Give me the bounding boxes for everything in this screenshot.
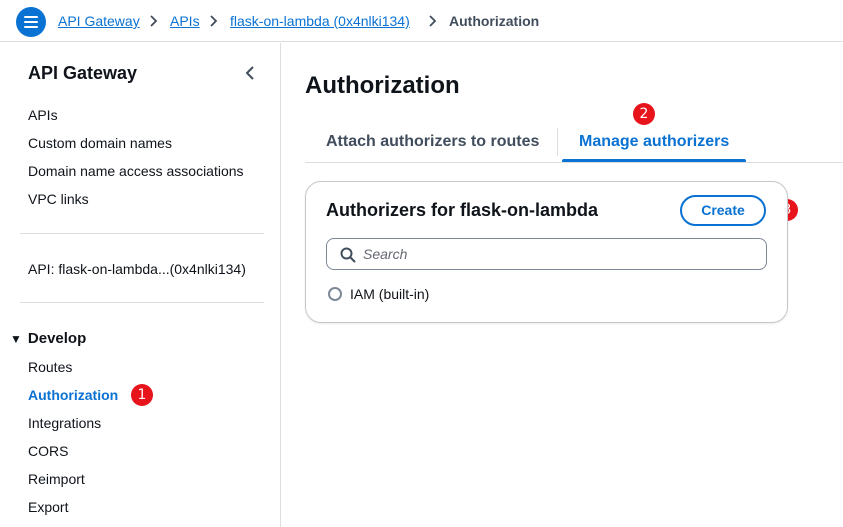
sidebar-item-integrations[interactable]: Integrations [28,415,101,431]
tab-divider [557,128,558,156]
chevron-right-icon [429,15,437,27]
chevron-right-icon [150,15,158,27]
sidebar-divider [20,233,264,234]
breadcrumb-api-name[interactable]: flask-on-lambda (0x4nlki134) [230,13,410,29]
search-icon [340,247,356,263]
authorizer-option-label: IAM (built-in) [350,286,430,302]
sidebar-item-custom-domain-names[interactable]: Custom domain names [28,135,172,151]
sidebar-title: API Gateway [28,63,138,83]
step-marker: 2 [633,103,655,125]
chevron-right-icon [210,15,218,27]
create-button[interactable]: Create [680,195,766,226]
sidebar-divider [20,302,264,303]
step-marker: 1 [131,384,153,406]
sidebar-api-selector[interactable]: API: flask-on-lambda...(0x4nlki134) [28,261,246,277]
sidebar-item-authorization[interactable]: Authorization [28,387,118,403]
breadcrumb-apis[interactable]: APIs [170,13,200,29]
menu-button[interactable] [16,7,46,37]
top-navigation-bar: API Gateway APIs flask-on-lambda (0x4nlk… [0,0,843,42]
sidebar-item-cors[interactable]: CORS [28,443,68,459]
breadcrumb-api-gateway[interactable]: API Gateway [58,13,140,29]
search-input[interactable] [363,244,753,264]
page-title: Authorization [305,72,460,99]
card-title: Authorizers for flask-on-lambda [326,200,599,220]
sidebar: API Gateway APIs Custom domain names Dom… [0,43,281,527]
sidebar-section-develop[interactable]: ▼ Develop [10,330,86,347]
chevron-left-icon[interactable] [243,65,257,81]
caret-down-icon: ▼ [10,332,22,346]
sidebar-item-routes[interactable]: Routes [28,359,72,375]
tab-list: Attach authorizers to routes Manage auth… [305,125,843,163]
sidebar-section-label: Develop [27,330,87,347]
tab-divider-line [305,162,843,163]
sidebar-item-reimport[interactable]: Reimport [28,471,85,487]
tab-attach-authorizers[interactable]: Attach authorizers to routes [326,133,539,151]
authorizers-card: Authorizers for flask-on-lambda Create I… [305,181,788,323]
sidebar-item-apis[interactable]: APIs [28,107,58,123]
sidebar-item-vpc-links[interactable]: VPC links [28,191,89,207]
sidebar-item-domain-name-access-associations[interactable]: Domain name access associations [28,163,244,179]
sidebar-item-export[interactable]: Export [28,499,68,515]
tab-manage-authorizers[interactable]: Manage authorizers [579,133,729,151]
breadcrumb-current: Authorization [449,13,540,29]
hamburger-menu-icon [24,16,38,28]
radio-icon[interactable] [328,287,342,301]
search-field[interactable] [326,238,767,270]
